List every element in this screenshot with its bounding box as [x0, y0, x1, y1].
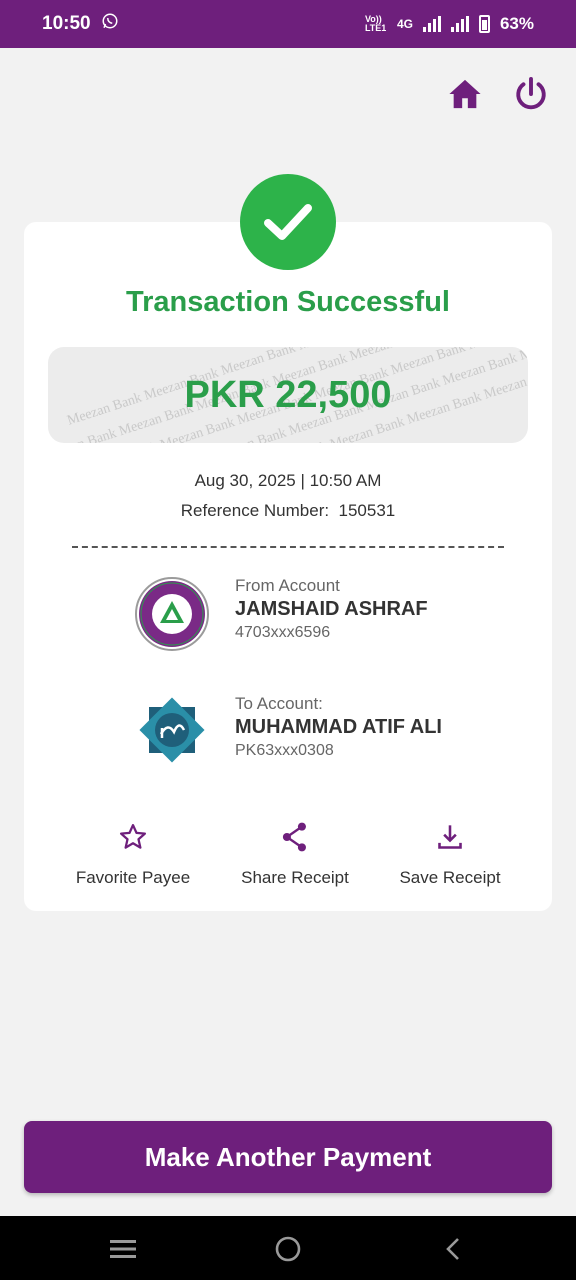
share-icon	[282, 822, 306, 852]
back-icon	[446, 1238, 459, 1260]
star-icon	[120, 824, 146, 849]
from-account-number: 4703xxx6596	[235, 624, 331, 641]
from-account-label: From Account	[235, 576, 340, 595]
status-left: 10:50	[42, 12, 119, 36]
receipt-card	[24, 222, 552, 911]
receipt-actions: Favorite Payee Share Receipt Save Receip…	[24, 820, 552, 890]
home-button[interactable]	[445, 74, 485, 114]
volte-indicator: Vo)) LTE1	[364, 14, 387, 33]
amount-box: Meezan Bank Meezan Bank Meezan Bank Meez…	[48, 347, 528, 443]
reference-number: Reference Number: 150531	[180, 501, 396, 520]
from-account: From Account JAMSHAID ASHRAF 4703xxx6596	[134, 576, 514, 656]
signal-icon-2	[450, 16, 469, 32]
make-another-payment-button[interactable]: Make Another Payment	[24, 1121, 552, 1193]
system-nav-bar	[0, 1216, 576, 1280]
system-home-button[interactable]	[273, 1234, 303, 1264]
favorite-payee-button[interactable]: Favorite Payee	[48, 820, 218, 888]
to-account-name: MUHAMMAD ATIF ALI	[235, 716, 442, 738]
transaction-amount: PKR 22,500	[184, 373, 392, 416]
transaction-status-title: Transaction Successful	[126, 286, 450, 318]
transaction-datetime: Aug 30, 2025 | 10:50 AM	[194, 471, 382, 490]
dashed-divider	[72, 546, 504, 548]
battery-level: 63%	[499, 14, 534, 33]
home-icon	[449, 79, 481, 109]
share-receipt-button[interactable]: Share Receipt	[210, 820, 380, 888]
from-account-name: JAMSHAID ASHRAF	[235, 598, 428, 620]
system-back-button[interactable]	[438, 1234, 468, 1264]
whatsapp-icon	[101, 12, 119, 36]
recipient-bank-logo	[134, 694, 210, 770]
download-icon	[438, 825, 462, 849]
meezan-bank-logo	[134, 576, 210, 652]
battery-icon	[478, 15, 490, 33]
to-account-label: To Account:	[235, 694, 323, 713]
to-account: To Account: MUHAMMAD ATIF ALI PK63xxx030…	[134, 694, 514, 774]
power-icon	[516, 77, 546, 110]
success-badge	[240, 174, 336, 270]
logout-button[interactable]	[511, 74, 551, 114]
circle-home-icon	[275, 1236, 301, 1262]
share-receipt-label: Share Receipt	[241, 868, 349, 887]
signal-icon	[422, 16, 441, 32]
status-bar: 10:50 Vo)) LTE1 4G 63%	[0, 0, 576, 48]
menu-icon	[110, 1240, 136, 1258]
save-receipt-label: Save Receipt	[399, 868, 501, 887]
check-icon	[264, 204, 312, 240]
to-account-number: PK63xxx0308	[235, 742, 334, 759]
status-right: Vo)) LTE1 4G 63%	[365, 14, 534, 34]
save-receipt-button[interactable]: Save Receipt	[365, 820, 535, 888]
network-type: 4G	[396, 17, 413, 31]
recent-apps-button[interactable]	[108, 1234, 138, 1264]
favorite-payee-label: Favorite Payee	[75, 868, 191, 887]
status-time: 10:50	[42, 13, 91, 34]
